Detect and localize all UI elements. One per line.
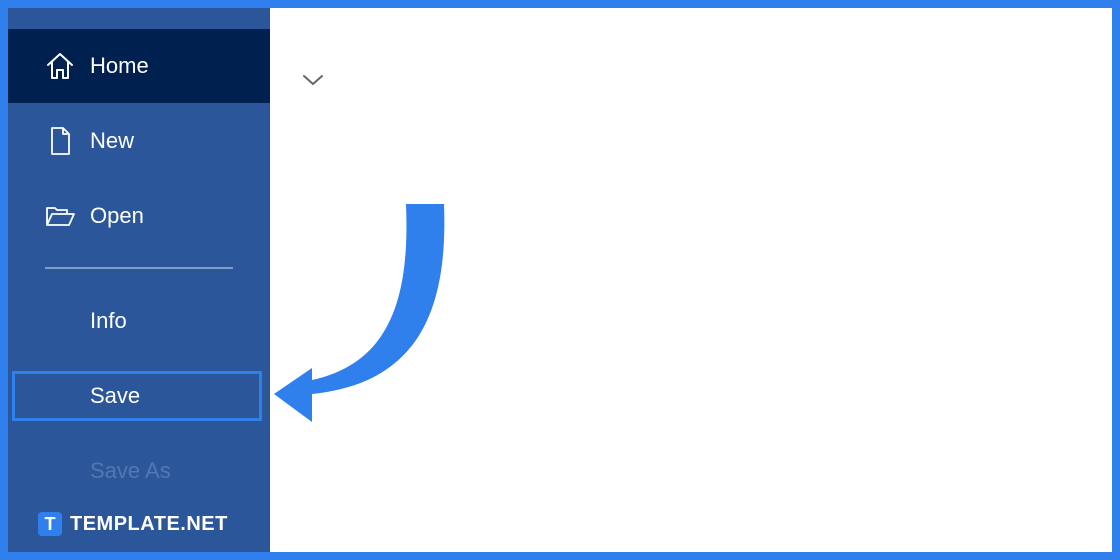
open-folder-icon	[44, 200, 76, 232]
sidebar-item-open[interactable]: Open	[8, 179, 270, 253]
new-document-icon	[44, 125, 76, 157]
watermark-logo: T	[38, 512, 62, 536]
sidebar-item-label: New	[90, 128, 135, 153]
sidebar-item-info[interactable]: Info	[8, 284, 270, 358]
sidebar-divider	[45, 267, 233, 269]
watermark: T TEMPLATE.NET	[38, 512, 228, 536]
watermark-text: TEMPLATE.NET	[70, 512, 228, 535]
curved-arrow-pointer	[274, 204, 445, 422]
sidebar-item-save-as: Save As	[8, 434, 270, 508]
backstage-sidebar: Home New Open Info Save Save As T TEMPLA…	[8, 8, 270, 552]
sidebar-item-label: Info	[90, 308, 127, 333]
sidebar-item-label: Open	[90, 203, 144, 228]
sidebar-item-label: Home	[90, 53, 149, 78]
sidebar-item-label: Save As	[90, 458, 171, 483]
home-icon	[44, 50, 76, 82]
sidebar-item-save[interactable]: Save	[12, 371, 262, 421]
screenshot-frame: Home New Open Info Save Save As T TEMPLA…	[8, 8, 1112, 552]
chevron-down-icon[interactable]	[302, 72, 324, 88]
sidebar-item-label: Save	[90, 383, 141, 408]
sidebar-item-new[interactable]: New	[8, 104, 270, 178]
sidebar-item-home[interactable]: Home	[8, 29, 270, 103]
